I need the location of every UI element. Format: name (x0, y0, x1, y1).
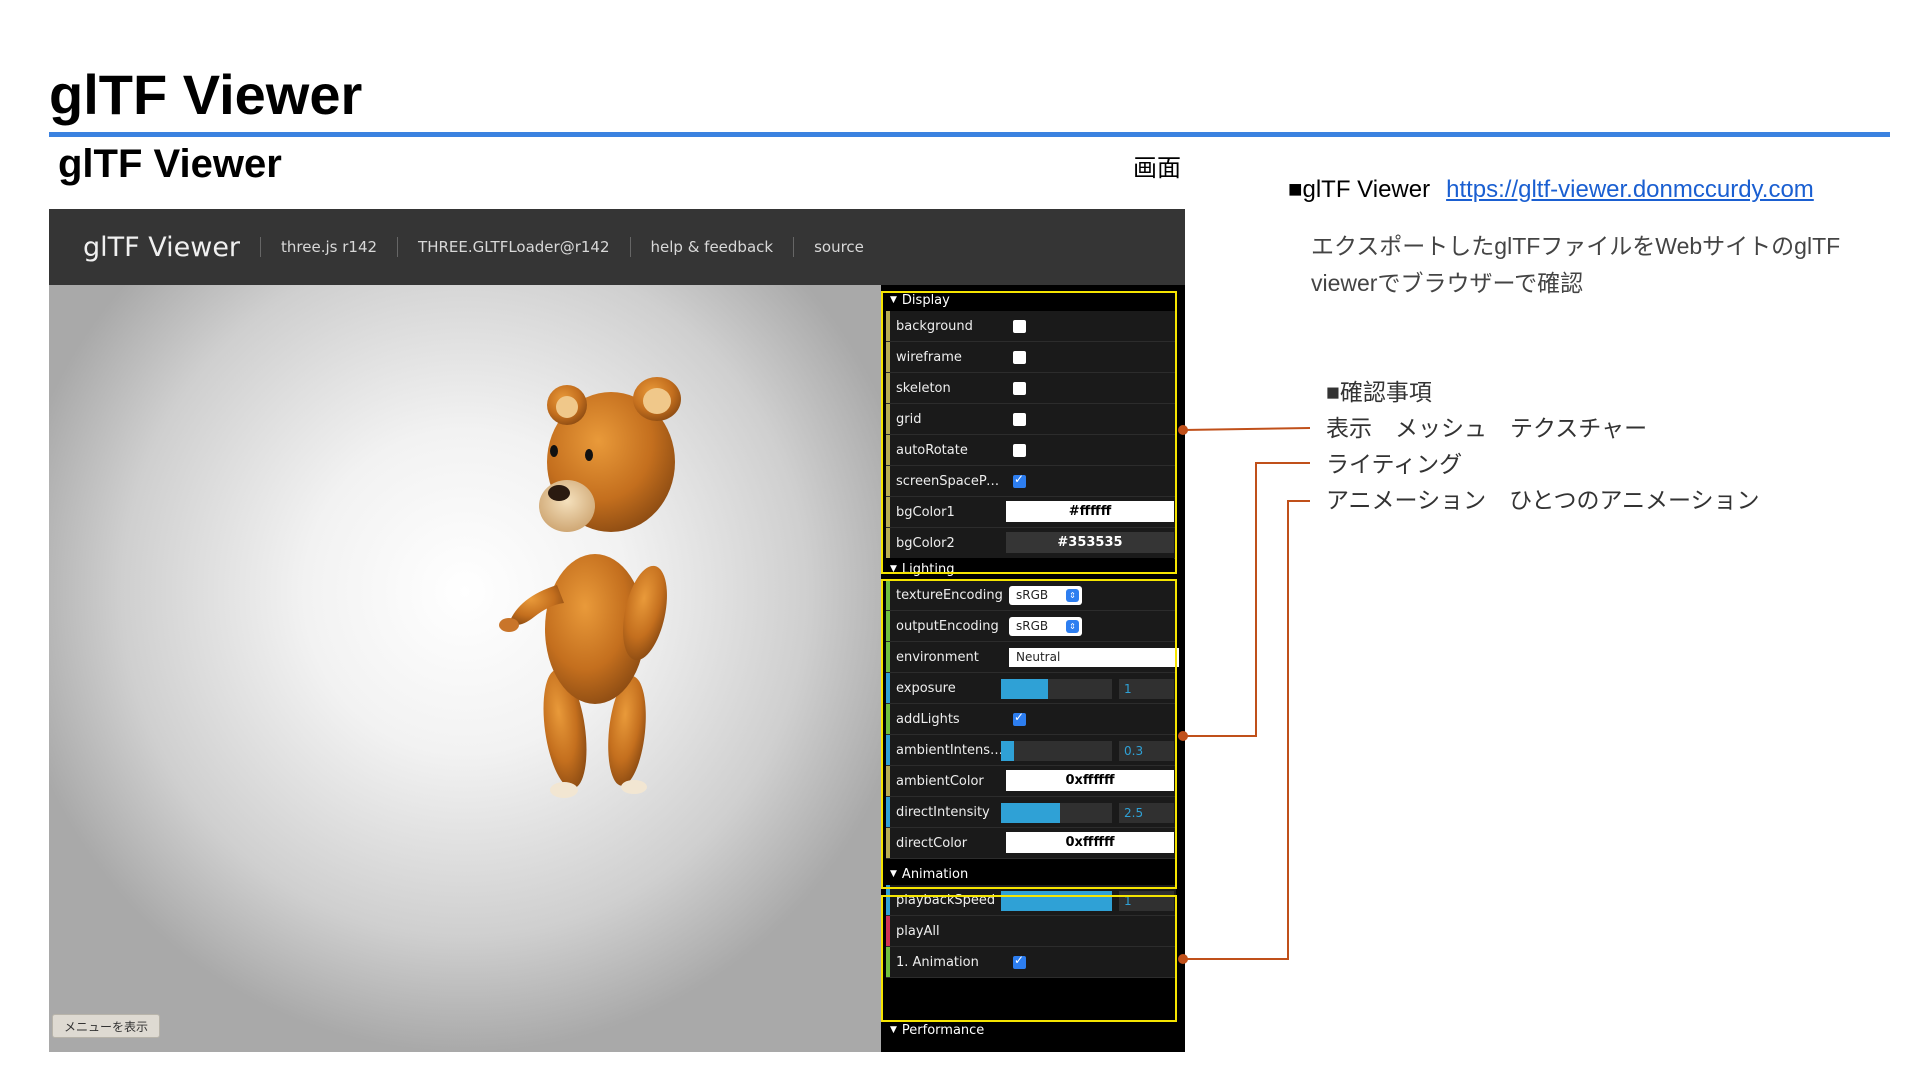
description-text: エクスポートしたglTFファイルをWebサイトのglTF viewerでブラウザ… (1311, 233, 1841, 296)
connector-dot (1178, 731, 1188, 741)
check-item-display: 表示 メッシュ テクスチャー (1326, 415, 1648, 441)
check-list: ■確認事項 表示 メッシュ テクスチャー ライティング アニメーション ひとつの… (1326, 374, 1760, 518)
connector-display (1182, 427, 1311, 431)
connector-dot (1178, 954, 1188, 964)
connector-animation (1183, 500, 1310, 960)
reference-prefix: ■glTF Viewer (1288, 176, 1431, 203)
check-item-animation: アニメーション ひとつのアニメーション (1326, 487, 1760, 513)
connector-dot (1178, 425, 1188, 435)
annotation-connectors (1178, 425, 1311, 964)
gltf-viewer-link[interactable]: https://gltf-viewer.donmccurdy.com (1446, 176, 1814, 203)
reference-line: ■glTF Viewer https://gltf-viewer.donmccur… (1288, 176, 1814, 204)
check-item-lighting: ライティング (1326, 451, 1463, 477)
check-list-header: ■確認事項 (1326, 379, 1432, 405)
connector-lighting (1183, 462, 1310, 737)
